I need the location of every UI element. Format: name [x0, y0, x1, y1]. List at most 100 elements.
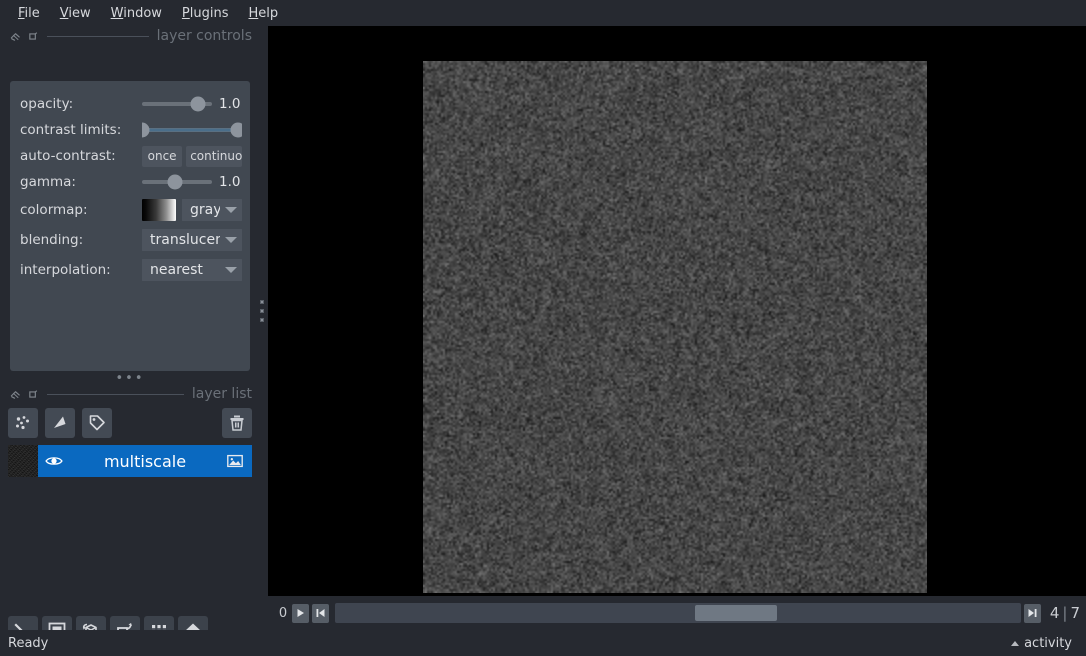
- interpolation-row: interpolation: nearest: [10, 255, 250, 285]
- dock-splitter-handle[interactable]: [256, 26, 268, 596]
- contrast-limits-slider[interactable]: [142, 120, 238, 140]
- contrast-limits-label: contrast limits:: [20, 122, 142, 138]
- blending-value: translucent: [142, 232, 220, 248]
- dims-step-indicator: 4 | 7: [1050, 604, 1080, 622]
- opacity-field: 1.0: [142, 93, 242, 115]
- layer-list-rule: [47, 394, 184, 395]
- layer-list-item[interactable]: multiscale: [8, 445, 252, 477]
- layer-controls-rule: [47, 36, 149, 37]
- menu-plugins[interactable]: Plugins: [172, 4, 239, 23]
- float-dock-icon[interactable]: [10, 31, 21, 42]
- layer-list-dock-icons: [10, 389, 39, 400]
- interpolation-combobox[interactable]: nearest: [142, 259, 242, 281]
- menu-file[interactable]: File: [8, 4, 50, 23]
- opacity-value: 1.0: [219, 96, 240, 112]
- gamma-row: gamma: 1.0: [10, 169, 250, 195]
- colormap-label: colormap:: [20, 202, 142, 218]
- chevron-down-icon: [220, 207, 242, 213]
- auto-contrast-label: auto-contrast:: [20, 148, 142, 164]
- delete-layer-button[interactable]: [222, 408, 252, 438]
- layer-buttons-row: [8, 407, 252, 439]
- interpolation-value: nearest: [142, 262, 220, 278]
- layer-controls-grid: opacity: 1.0 contrast limits: auto-contr…: [10, 81, 250, 285]
- menu-window[interactable]: Window: [101, 4, 172, 23]
- colormap-row: colormap: gray: [10, 195, 250, 225]
- step-to-last-button[interactable]: [1024, 604, 1041, 623]
- activity-label: activity: [1024, 636, 1072, 651]
- gamma-slider[interactable]: [142, 172, 212, 192]
- menu-window-rest: indow: [123, 6, 162, 21]
- new-points-layer-button[interactable]: [8, 408, 38, 438]
- contrast-limits-field: [142, 119, 242, 141]
- layer-row-body[interactable]: multiscale: [38, 445, 252, 477]
- status-message: Ready: [8, 636, 48, 651]
- opacity-row: opacity: 1.0: [10, 91, 250, 117]
- blending-combobox[interactable]: translucent: [142, 229, 242, 251]
- chevron-up-icon: [1011, 641, 1019, 646]
- interpolation-field: nearest: [142, 259, 242, 281]
- layer-list-dock-title: layer list: [192, 386, 252, 402]
- viewer-canvas[interactable]: [268, 26, 1086, 596]
- blending-field: translucent: [142, 229, 242, 251]
- image-layer-render: [423, 61, 927, 593]
- close-dock-icon[interactable]: [28, 389, 39, 400]
- layer-thumbnail: [8, 445, 38, 477]
- step-first-icon: [315, 607, 326, 619]
- new-shapes-layer-button[interactable]: [45, 408, 75, 438]
- colormap-combobox[interactable]: gray: [182, 199, 242, 221]
- dims-slider-bar: 0 4 | 7: [268, 598, 1086, 628]
- points-icon: [13, 413, 33, 433]
- menu-plugins-rest: lugins: [190, 6, 229, 21]
- opacity-slider-handle[interactable]: [191, 97, 206, 112]
- step-to-first-button[interactable]: [312, 604, 329, 623]
- layer-list: multiscale: [8, 445, 252, 477]
- dims-slider-handle[interactable]: [695, 605, 777, 621]
- dims-current-step: 4: [1050, 604, 1060, 622]
- menu-view-rest: iew: [68, 6, 90, 21]
- eye-icon[interactable]: [44, 451, 64, 471]
- dim-axis-label: 0: [274, 606, 292, 621]
- blending-row: blending: translucent: [10, 225, 250, 255]
- auto-contrast-field: once continuous: [142, 145, 242, 167]
- panel-resize-dots[interactable]: •••: [10, 374, 250, 384]
- menu-view[interactable]: View: [50, 4, 101, 23]
- layer-list-dock-header: layer list: [0, 384, 260, 404]
- activity-button[interactable]: activity: [1011, 636, 1072, 651]
- dims-separator: |: [1062, 604, 1067, 622]
- step-last-icon: [1027, 607, 1038, 619]
- layer-controls-panel: opacity: 1.0 contrast limits: auto-contr…: [10, 81, 250, 371]
- colormap-swatch: [142, 199, 176, 221]
- chevron-down-icon: [220, 267, 242, 273]
- menu-help[interactable]: Help: [239, 4, 289, 23]
- auto-contrast-continuous-button[interactable]: continuous: [186, 146, 242, 167]
- auto-contrast-row: auto-contrast: once continuous: [10, 143, 250, 169]
- play-button[interactable]: [292, 604, 309, 623]
- colormap-value: gray: [182, 202, 220, 218]
- new-labels-layer-button[interactable]: [82, 408, 112, 438]
- play-icon: [295, 607, 306, 619]
- status-bar: Ready activity: [0, 630, 1086, 656]
- contrast-limits-low-handle[interactable]: [142, 123, 150, 138]
- splitter-dot: [260, 318, 264, 322]
- left-dock-column: layer controls opacity: 1.0 contrast lim…: [0, 26, 260, 596]
- dims-total-steps: 7: [1070, 604, 1080, 622]
- gamma-field: 1.0: [142, 171, 242, 193]
- gamma-slider-handle[interactable]: [167, 175, 182, 190]
- opacity-label: opacity:: [20, 96, 142, 112]
- menu-bar: File View Window Plugins Help: [0, 0, 1086, 26]
- menu-help-rest: elp: [258, 6, 278, 21]
- contrast-limits-high-handle[interactable]: [231, 123, 243, 138]
- labels-icon: [87, 413, 107, 433]
- close-dock-icon[interactable]: [28, 31, 39, 42]
- splitter-dot: [260, 309, 264, 313]
- layer-controls-dock-title: layer controls: [157, 28, 252, 44]
- noise-canvas: [423, 61, 927, 593]
- menu-help-accel: H: [249, 6, 259, 21]
- float-dock-icon[interactable]: [10, 389, 21, 400]
- dims-slider[interactable]: [335, 603, 1021, 623]
- opacity-slider[interactable]: [142, 94, 212, 114]
- menu-file-rest: ile: [25, 6, 40, 21]
- shapes-icon: [50, 413, 70, 433]
- menu-plugins-accel: P: [182, 6, 190, 21]
- auto-contrast-once-button[interactable]: once: [142, 146, 182, 167]
